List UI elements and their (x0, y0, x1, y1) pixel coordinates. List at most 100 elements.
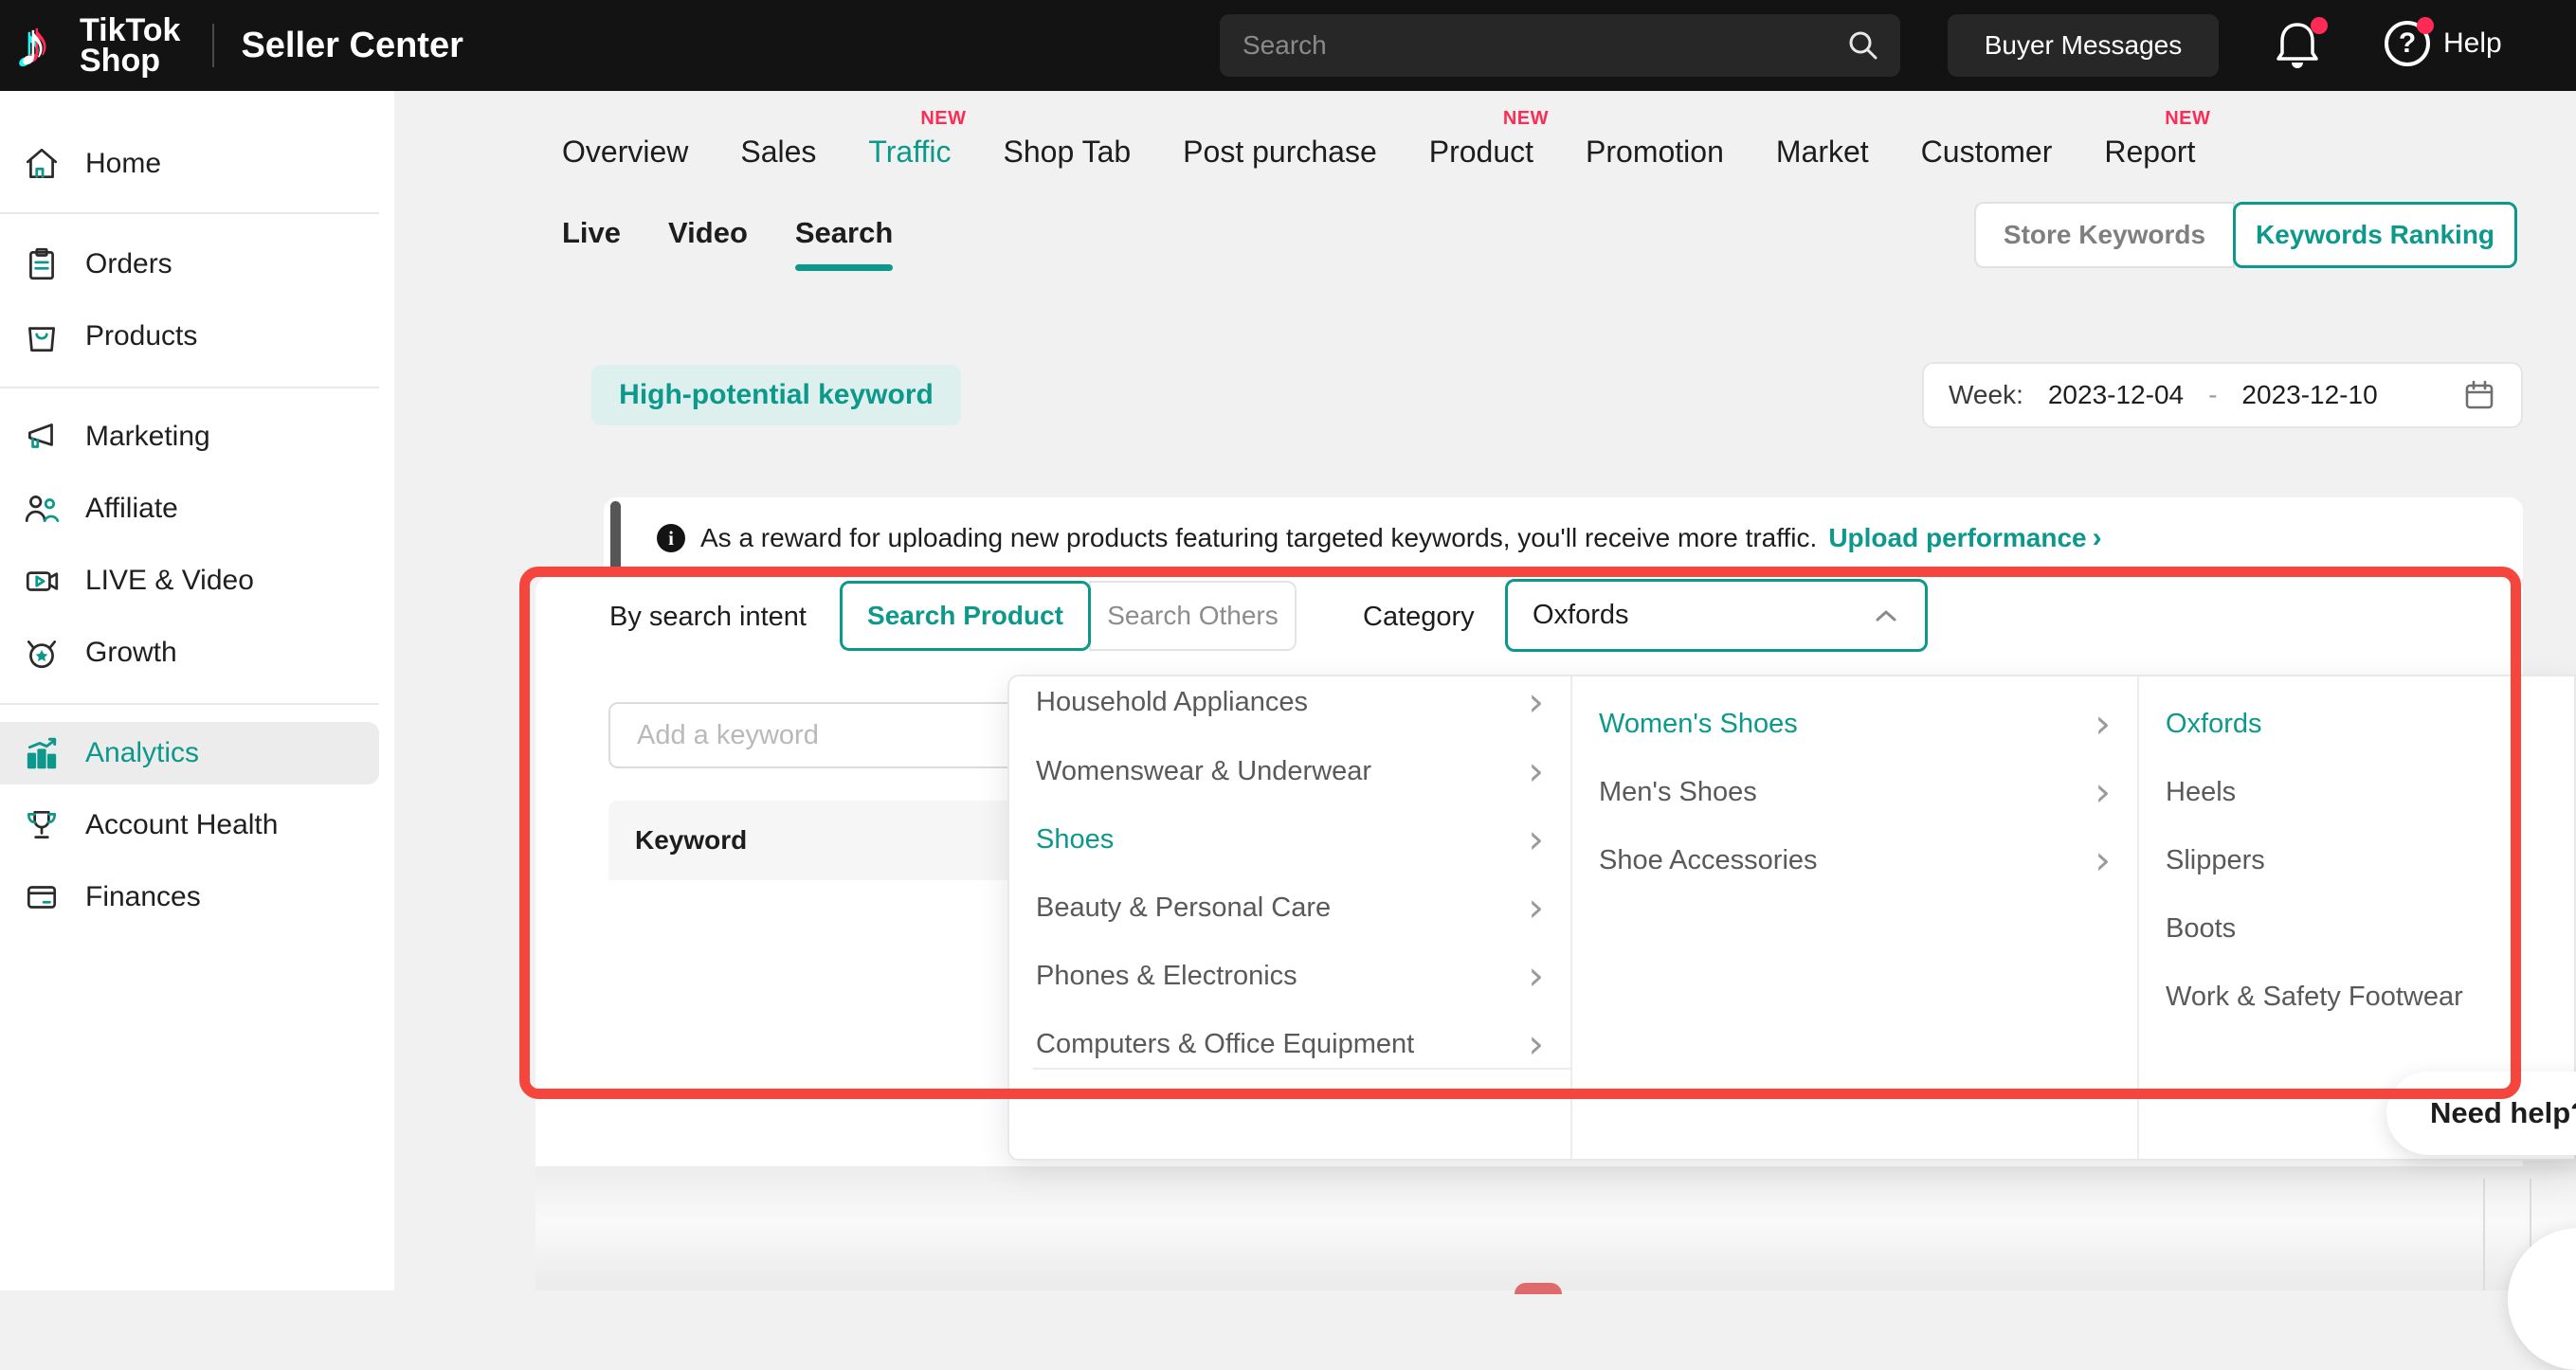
option-label: Womenswear & Underwear (1036, 756, 1371, 787)
buyer-messages-label: Buyer Messages (1985, 30, 2183, 61)
tiktok-note-icon: ♪♪♪ (17, 8, 78, 83)
subtab-label: Search (795, 216, 893, 249)
cascader-option-oxfords[interactable]: Oxfords (2139, 690, 2576, 758)
chevron-right-icon: › (2095, 710, 2111, 738)
cascader-option-heels[interactable]: Heels (2139, 758, 2576, 826)
sidebar-item-label: Analytics (85, 737, 199, 769)
search-product-label: Search Product (867, 601, 1063, 631)
cascader-divider (1032, 1068, 1570, 1070)
sidebar-divider (0, 703, 379, 705)
main-content: Overview Sales TrafficNEW Shop Tab Post … (394, 91, 2576, 1290)
new-badge: NEW (1503, 108, 1549, 130)
global-search-input[interactable] (1220, 30, 1847, 61)
chevron-right-icon: › (1528, 825, 1544, 854)
cascader-option-phones-electronics[interactable]: Phones & Electronics› (1009, 942, 1570, 1010)
analytics-nav-tabs: Overview Sales TrafficNEW Shop Tab Post … (562, 135, 2195, 170)
upload-performance-link[interactable]: Upload performance (1828, 523, 2086, 553)
help-notification-dot (2417, 17, 2434, 34)
add-keyword-input[interactable] (608, 702, 1022, 768)
new-badge: NEW (920, 108, 966, 130)
sidebar-divider (0, 212, 379, 214)
cascader-option-mens-shoes[interactable]: Men's Shoes› (1572, 758, 2137, 826)
subtab-live[interactable]: Live (562, 216, 621, 271)
pill-label: High-potential keyword (619, 379, 934, 411)
sidebar-item-live-video[interactable]: LIVE & Video (0, 550, 394, 612)
sidebar-item-label: Orders (85, 248, 172, 280)
live-video-icon (23, 562, 61, 600)
info-i: i (668, 527, 674, 550)
cascader-option-womenswear-underwear[interactable]: Womenswear & Underwear› (1009, 737, 1570, 805)
week-end-date: 2023-12-10 (2241, 380, 2377, 410)
tab-label: Post purchase (1183, 135, 1377, 169)
sidebar-item-home[interactable]: Home (0, 133, 394, 195)
keywords-ranking-label: Keywords Ranking (2256, 220, 2494, 250)
global-search[interactable] (1220, 14, 1900, 77)
option-label: Computers & Office Equipment (1036, 1029, 1414, 1060)
category-select[interactable]: Oxfords (1505, 579, 1928, 652)
tab-traffic[interactable]: TrafficNEW (868, 135, 951, 170)
tab-market[interactable]: Market (1776, 135, 1869, 170)
tab-overview[interactable]: Overview (562, 135, 688, 170)
store-keywords-button[interactable]: Store Keywords (1974, 202, 2235, 268)
tab-promotion[interactable]: Promotion (1586, 135, 1724, 170)
cascader-option-household-appliances[interactable]: Household Appliances› (1009, 675, 1570, 736)
sidebar-item-label: LIVE & Video (85, 565, 254, 597)
option-label: Work & Safety Footwear (2166, 982, 2463, 1013)
keywords-ranking-button[interactable]: Keywords Ranking (2233, 202, 2517, 268)
tab-product[interactable]: ProductNEW (1429, 135, 1533, 170)
cascader-option-shoe-accessories[interactable]: Shoe Accessories› (1572, 826, 2137, 894)
notifications-bell-icon[interactable] (2273, 19, 2326, 72)
sidebar-item-account-health[interactable]: Account Health (0, 794, 394, 856)
cascader-option-beauty-personal-care[interactable]: Beauty & Personal Care› (1009, 874, 1570, 942)
sidebar-item-marketing[interactable]: Marketing (0, 406, 394, 468)
subtab-video[interactable]: Video (668, 216, 748, 271)
sidebar-item-products[interactable]: Products (0, 305, 394, 368)
sidebar-item-growth[interactable]: Growth (0, 622, 394, 684)
help-menu[interactable]: ? Help (2385, 21, 2502, 66)
search-others-button[interactable]: Search Others (1089, 581, 1297, 651)
option-label: Household Appliances (1036, 687, 1308, 718)
tab-customer[interactable]: Customer (1921, 135, 2053, 170)
option-label: Beauty & Personal Care (1036, 892, 1331, 924)
store-keywords-label: Store Keywords (2004, 220, 2205, 250)
traffic-sub-tabs: Live Video Search (562, 216, 893, 271)
sidebar-divider (0, 387, 379, 388)
tab-shop-tab[interactable]: Shop Tab (1004, 135, 1132, 170)
tab-label: Product (1429, 135, 1533, 169)
cut-off-red-badge (1515, 1283, 1562, 1294)
search-product-button[interactable]: Search Product (840, 581, 1091, 651)
tab-label: Promotion (1586, 135, 1724, 169)
cascader-option-slippers[interactable]: Slippers (2139, 826, 2576, 894)
sidebar-item-orders[interactable]: Orders (0, 233, 394, 296)
search-icon[interactable] (1847, 29, 1879, 62)
products-icon (23, 317, 61, 355)
banner-scrollbar[interactable] (610, 501, 621, 573)
cascader-option-shoes[interactable]: Shoes› (1009, 805, 1570, 874)
need-help-button[interactable]: Need help? (2386, 1072, 2576, 1155)
sidebar-item-finances[interactable]: Finances (0, 866, 394, 928)
logo-line1: TikTok (80, 15, 180, 45)
search-others-label: Search Others (1107, 601, 1279, 631)
option-label: Women's Shoes (1599, 709, 1798, 740)
subtab-search[interactable]: Search (795, 216, 893, 271)
cascader-option-boots[interactable]: Boots (2139, 894, 2576, 963)
search-intent-label: By search intent (609, 602, 807, 633)
header-divider (212, 24, 214, 67)
sidebar-item-analytics[interactable]: Analytics (0, 722, 379, 784)
sidebar-nav: Home Orders Products Marketing Affiliate… (0, 91, 394, 1290)
category-label: Category (1363, 602, 1475, 633)
tiktok-shop-logo[interactable]: ♪♪♪ TikTok Shop Seller Center (17, 6, 463, 85)
high-potential-keyword-pill[interactable]: High-potential keyword (591, 365, 961, 425)
buyer-messages-button[interactable]: Buyer Messages (1948, 14, 2219, 77)
tab-post-purchase[interactable]: Post purchase (1183, 135, 1377, 170)
week-picker[interactable]: Week: 2023-12-04 - 2023-12-10 (1922, 362, 2523, 428)
reward-banner-card: i As a reward for uploading new products… (604, 497, 2523, 579)
cascader-option-womens-shoes[interactable]: Women's Shoes › (1572, 690, 2137, 758)
cascader-option-work-safety-footwear[interactable]: Work & Safety Footwear (2139, 963, 2576, 1031)
tab-report[interactable]: ReportNEW (2104, 135, 2195, 170)
tab-sales[interactable]: Sales (740, 135, 816, 170)
week-label: Week: (1949, 380, 2023, 410)
sidebar-item-affiliate[interactable]: Affiliate (0, 478, 394, 540)
need-help-label: Need help? (2430, 1096, 2576, 1130)
affiliate-icon (23, 490, 61, 528)
